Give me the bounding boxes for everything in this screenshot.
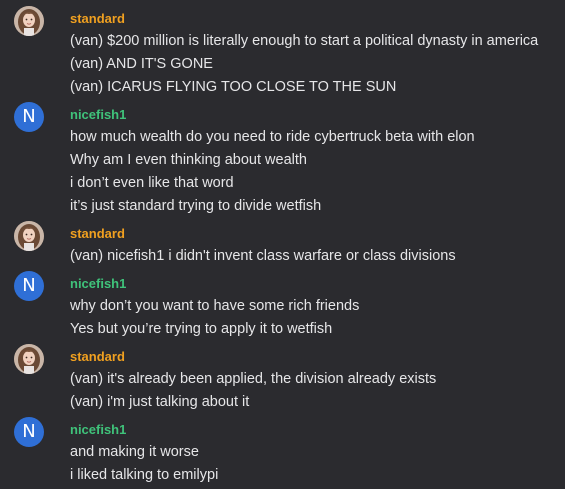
username[interactable]: nicefish1: [70, 276, 126, 291]
message-line: (van) nicefish1 i didn't invent class wa…: [70, 248, 456, 264]
username[interactable]: standard: [70, 349, 125, 364]
message-line: Yes but you’re trying to apply it to wet…: [70, 321, 333, 337]
user-photo-icon: [14, 344, 44, 374]
message-line: Why am I even thinking about wealth: [70, 152, 307, 168]
user-photo-icon: [14, 221, 44, 251]
message-line: and making it worse: [70, 444, 199, 460]
message-line: (van) ICARUS FLYING TOO CLOSE TO THE SUN: [70, 79, 397, 95]
avatar[interactable]: [14, 344, 44, 374]
avatar[interactable]: [14, 6, 44, 36]
avatar[interactable]: N: [14, 271, 44, 301]
username[interactable]: standard: [70, 11, 125, 26]
message-line: i liked talking to emilypi: [70, 467, 219, 483]
message-line: (van) AND IT'S GONE: [70, 56, 213, 72]
user-photo-icon: [14, 6, 44, 36]
message-line: (van) i'm just talking about it: [70, 394, 250, 410]
username[interactable]: standard: [70, 226, 125, 241]
username[interactable]: nicefish1: [70, 107, 126, 122]
message-line: why don’t you want to have some rich fri…: [70, 298, 360, 314]
username[interactable]: nicefish1: [70, 422, 126, 437]
message-line: (van) it's already been applied, the div…: [70, 371, 437, 387]
avatar[interactable]: [14, 221, 44, 251]
avatar[interactable]: N: [14, 102, 44, 132]
message-line: (van) $200 million is literally enough t…: [70, 33, 539, 49]
avatar[interactable]: N: [14, 417, 44, 447]
chat-log: standard (van) $200 million is literally…: [0, 0, 565, 489]
message-line: i don’t even like that word: [70, 175, 234, 191]
message-line: it’s just standard trying to divide wetf…: [70, 198, 322, 214]
message-line: how much wealth do you need to ride cybe…: [70, 129, 475, 145]
